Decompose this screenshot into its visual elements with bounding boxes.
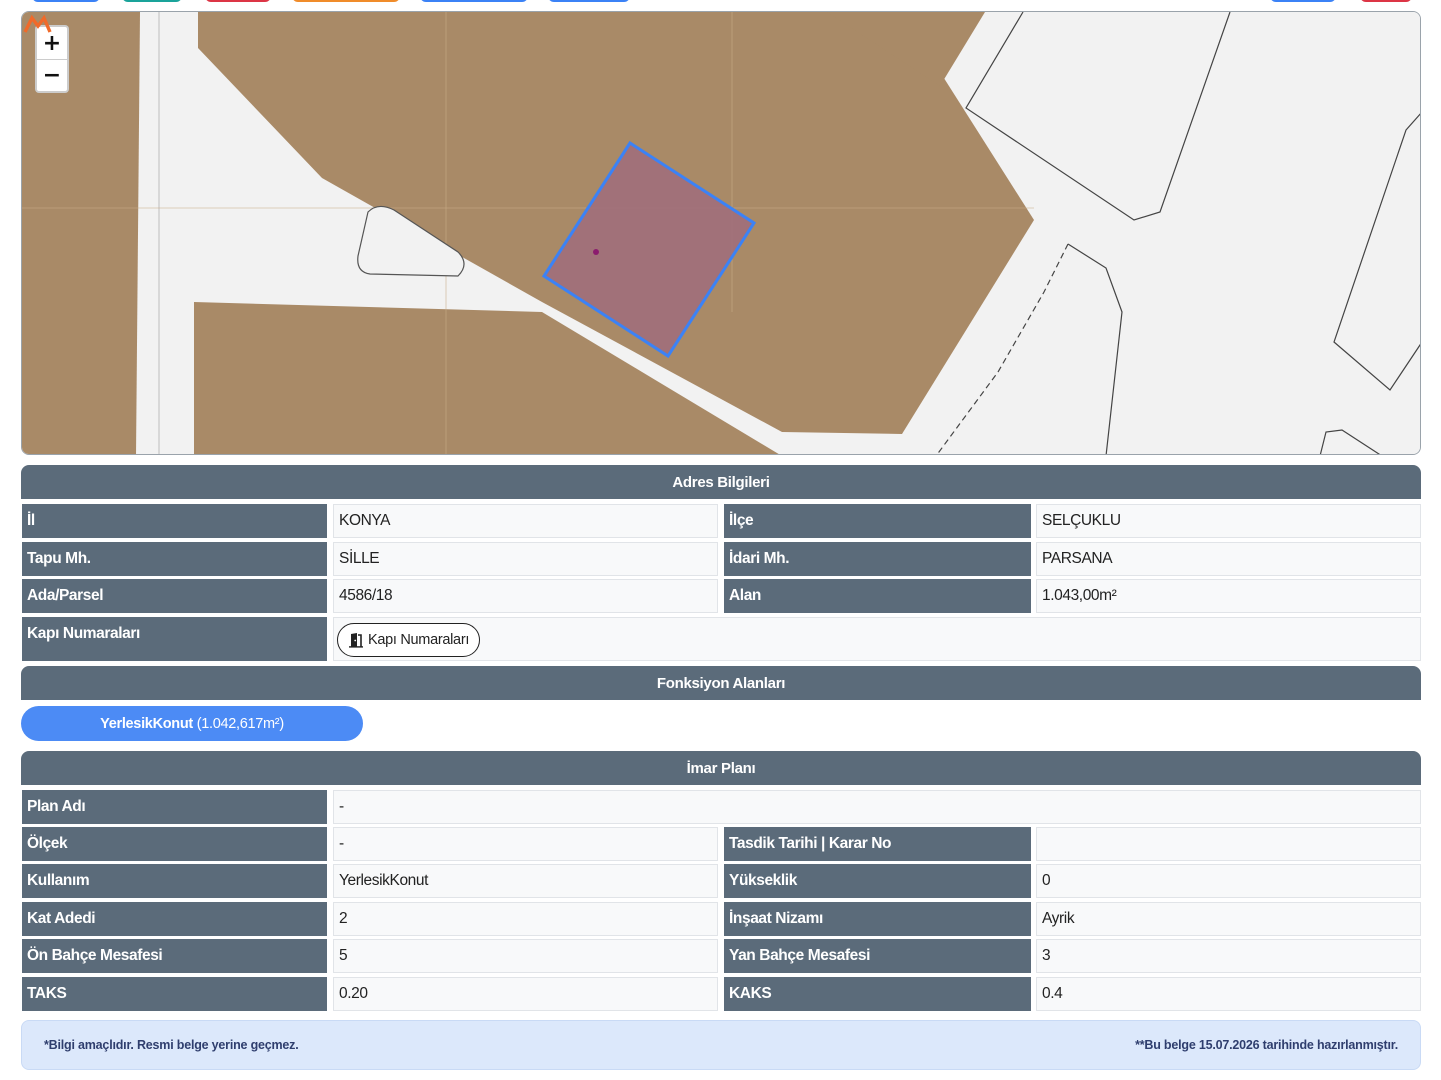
insaat-nizami-label: İnşaat Nizamı: [724, 902, 1031, 936]
toolbar-button-2[interactable]: [122, 0, 182, 2]
kullanim-value: YerlesikKonut: [333, 864, 718, 898]
plan-adi-label: Plan Adı: [22, 790, 327, 824]
olcek-label: Ölçek: [22, 827, 327, 861]
toolbar-button-4[interactable]: [292, 0, 400, 2]
kaks-value: 0.4: [1036, 977, 1421, 1011]
fonksiyon-area-pill[interactable]: YerlesikKonut (1.042,617m²): [21, 706, 363, 741]
fonksiyon-area-name: YerlesikKonut: [100, 715, 193, 732]
olcek-value: -: [333, 827, 718, 861]
alan-label: Alan: [724, 579, 1031, 613]
toolbar-button-6[interactable]: [548, 0, 630, 2]
tapu-mh-label: Tapu Mh.: [22, 542, 327, 576]
door-icon: [349, 633, 363, 648]
map-canvas: [22, 12, 1420, 454]
toolbar-button-5[interactable]: [420, 0, 528, 2]
on-bahce-label: Ön Bahçe Mesafesi: [22, 939, 327, 973]
idari-mh-value: PARSANA: [1036, 542, 1421, 576]
kapi-numaralari-value: [333, 617, 1421, 661]
toolbar-button-3[interactable]: [205, 0, 271, 2]
yan-bahce-label: Yan Bahçe Mesafesi: [724, 939, 1031, 973]
toolbar-button-1[interactable]: [32, 0, 100, 2]
toolbar-button-7[interactable]: [1270, 0, 1336, 2]
tasdik-label: Tasdik Tarihi | Karar No: [724, 827, 1031, 861]
disclaimer-text: *Bilgi amaçlıdır. Resmi belge yerine geç…: [44, 1038, 299, 1052]
map-provider-logo-icon: [23, 14, 52, 33]
taks-label: TAKS: [22, 977, 327, 1011]
address-section-header: Adres Bilgileri: [21, 465, 1421, 499]
kullanim-label: Kullanım: [22, 864, 327, 898]
ada-parsel-label: Ada/Parsel: [22, 579, 327, 613]
plan-adi-value: -: [333, 790, 1421, 824]
ada-parsel-value: 4586/18: [333, 579, 718, 613]
imar-section-header: İmar Planı: [21, 751, 1421, 785]
kapi-numaralari-button[interactable]: Kapı Numaraları: [337, 623, 481, 657]
ilce-value: SELÇUKLU: [1036, 504, 1421, 538]
kat-adedi-value: 2: [333, 902, 718, 936]
kat-adedi-label: Kat Adedi: [22, 902, 327, 936]
il-label: İl: [22, 504, 327, 538]
kaks-label: KAKS: [724, 977, 1031, 1011]
kapi-numaralari-button-label: Kapı Numaraları: [368, 632, 470, 648]
on-bahce-value: 5: [333, 939, 718, 973]
ilce-label: İlçe: [724, 504, 1031, 538]
yan-bahce-value: 3: [1036, 939, 1421, 973]
toolbar-button-8[interactable]: [1360, 0, 1412, 2]
yukseklik-value: 0: [1036, 864, 1421, 898]
fonksiyon-section-header: Fonksiyon Alanları: [21, 666, 1421, 700]
alan-value: 1.043,00m²: [1036, 579, 1421, 613]
tapu-mh-value: SİLLE: [333, 542, 718, 576]
tasdik-value: [1036, 827, 1421, 861]
disclaimer-footer: *Bilgi amaçlıdır. Resmi belge yerine geç…: [21, 1020, 1421, 1070]
parcel-map[interactable]: + −: [21, 11, 1421, 455]
taks-value: 0.20: [333, 977, 718, 1011]
il-value: KONYA: [333, 504, 718, 538]
kapi-numaralari-label: Kapı Numaraları: [22, 617, 327, 661]
zoom-out-button[interactable]: −: [37, 59, 67, 91]
insaat-nizami-value: Ayrik: [1036, 902, 1421, 936]
yukseklik-label: Yükseklik: [724, 864, 1031, 898]
idari-mh-label: İdari Mh.: [724, 542, 1031, 576]
fonksiyon-area-size: (1.042,617m²): [196, 715, 284, 732]
document-date-text: **Bu belge 15.07.2026 tarihinde hazırlan…: [1135, 1038, 1398, 1052]
